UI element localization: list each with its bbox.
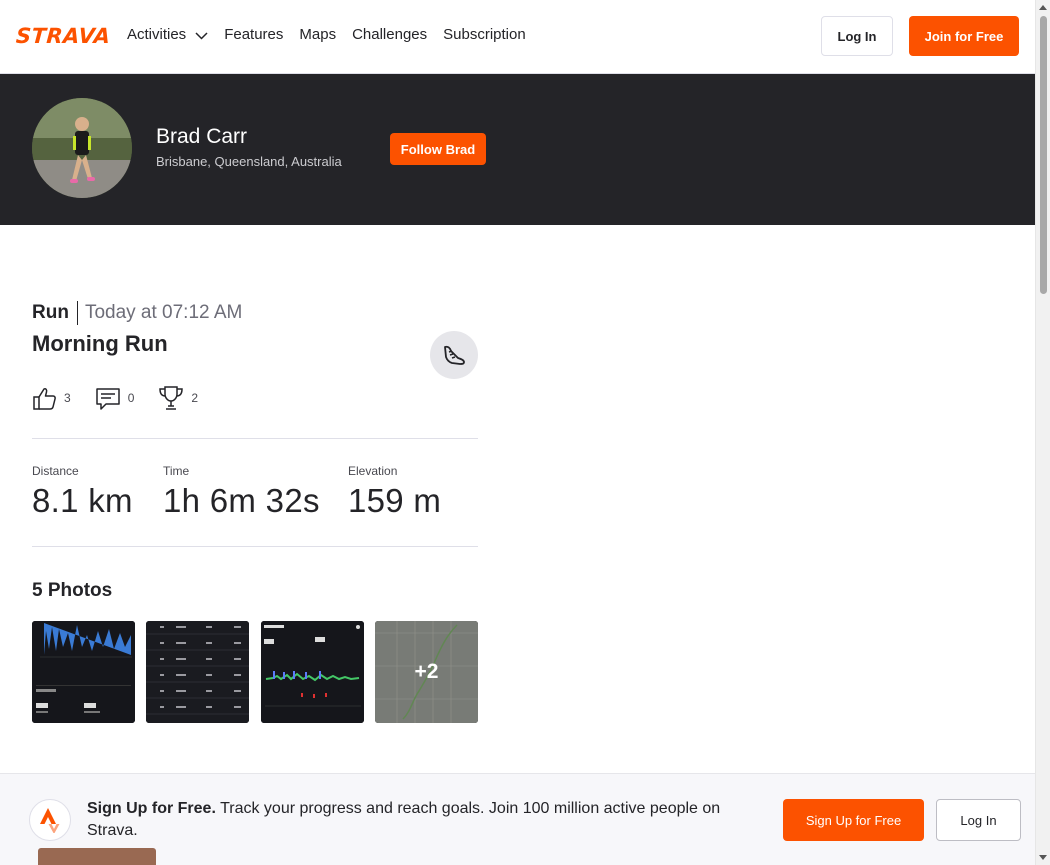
- scroll-thumb[interactable]: [1040, 16, 1047, 294]
- photo-thumbnail[interactable]: +2: [375, 621, 478, 723]
- photo-thumbnail[interactable]: [32, 621, 135, 723]
- chevron-down-icon: [195, 31, 208, 40]
- stat-label: Elevation: [348, 464, 398, 478]
- page: STRAVA Activities Features Maps Challeng…: [0, 0, 1050, 865]
- social-stats: 3 0 2: [32, 385, 222, 411]
- stat-time: Time 1h 6m 32s: [163, 464, 320, 520]
- header-login-button[interactable]: Log In: [821, 16, 893, 56]
- athlete-name[interactable]: Brad Carr: [156, 125, 247, 149]
- kudos-thumb-icon: [33, 387, 56, 410]
- divider: [32, 546, 478, 547]
- join-for-free-button[interactable]: Join for Free: [909, 16, 1019, 56]
- run-shoe-icon: [444, 345, 465, 365]
- comments-count: 0: [127, 391, 135, 405]
- activity-type: Run: [32, 302, 69, 323]
- meta-divider: [76, 301, 78, 325]
- scroll-down-arrow[interactable]: [1039, 855, 1047, 860]
- stat-value: 159 m: [348, 482, 442, 519]
- athlete-location: Brisbane, Queensland, Australia: [156, 154, 342, 169]
- scroll-up-arrow[interactable]: [1039, 5, 1047, 10]
- nav-subscription[interactable]: Subscription: [443, 26, 526, 43]
- achievements-button[interactable]: 2: [158, 385, 198, 411]
- nav-maps[interactable]: Maps: [299, 26, 336, 43]
- photo-thumbnail[interactable]: [146, 621, 249, 723]
- nav-features[interactable]: Features: [224, 26, 283, 43]
- divider: [32, 438, 478, 439]
- nav-challenges[interactable]: Challenges: [352, 26, 427, 43]
- cadence-screenshot: [261, 621, 364, 723]
- activity-meta: Run Today at 07:12 AM: [32, 301, 242, 325]
- strava-app-logo: [29, 799, 71, 841]
- stat-value: 8.1 km: [32, 482, 133, 519]
- top-navigation: STRAVA Activities Features Maps Challeng…: [0, 0, 1035, 74]
- comment-icon: [95, 387, 120, 410]
- activity-title: Morning Run: [32, 331, 168, 356]
- obscured-element: [38, 848, 156, 865]
- more-photos-count: +2: [375, 621, 478, 723]
- kudos-button[interactable]: 3: [32, 386, 71, 411]
- activity-time: Today at 07:12 AM: [84, 302, 243, 323]
- signup-login-button[interactable]: Log In: [936, 799, 1021, 841]
- sport-type-badge: [430, 331, 478, 379]
- nav-activities-label: Activities: [127, 26, 187, 43]
- signup-headline: Sign Up for Free.: [87, 800, 216, 817]
- follow-button[interactable]: Follow Brad: [390, 133, 486, 165]
- signup-message: Sign Up for Free. Track your progress an…: [87, 798, 757, 842]
- strava-logo[interactable]: STRAVA: [15, 24, 111, 48]
- kudos-count: 3: [64, 391, 71, 405]
- comments-button[interactable]: 0: [95, 386, 135, 411]
- athlete-banner: Brad Carr Brisbane, Queensland, Australi…: [0, 74, 1035, 225]
- strava-arrow-icon: [40, 808, 60, 833]
- avatar[interactable]: [32, 98, 132, 198]
- page-scrollbar[interactable]: [1035, 0, 1050, 865]
- splits-screenshot: [146, 621, 249, 723]
- nav-links: Activities Features Maps Challenges Subs…: [127, 26, 542, 43]
- stat-value: 1h 6m 32s: [163, 482, 320, 519]
- stat-distance: Distance 8.1 km: [32, 464, 133, 520]
- signup-button[interactable]: Sign Up for Free: [783, 799, 924, 841]
- heart-rate-screenshot: [32, 621, 135, 723]
- stat-label: Distance: [32, 464, 79, 478]
- stat-label: Time: [163, 464, 190, 478]
- avatar-photo: [32, 98, 132, 198]
- stat-elevation: Elevation 159 m: [348, 464, 441, 520]
- achievements-count: 2: [191, 391, 199, 405]
- photo-thumbnail[interactable]: [261, 621, 364, 723]
- nav-activities[interactable]: Activities: [127, 26, 208, 43]
- trophy-icon: [159, 386, 184, 410]
- photos-title: 5 Photos: [32, 580, 113, 601]
